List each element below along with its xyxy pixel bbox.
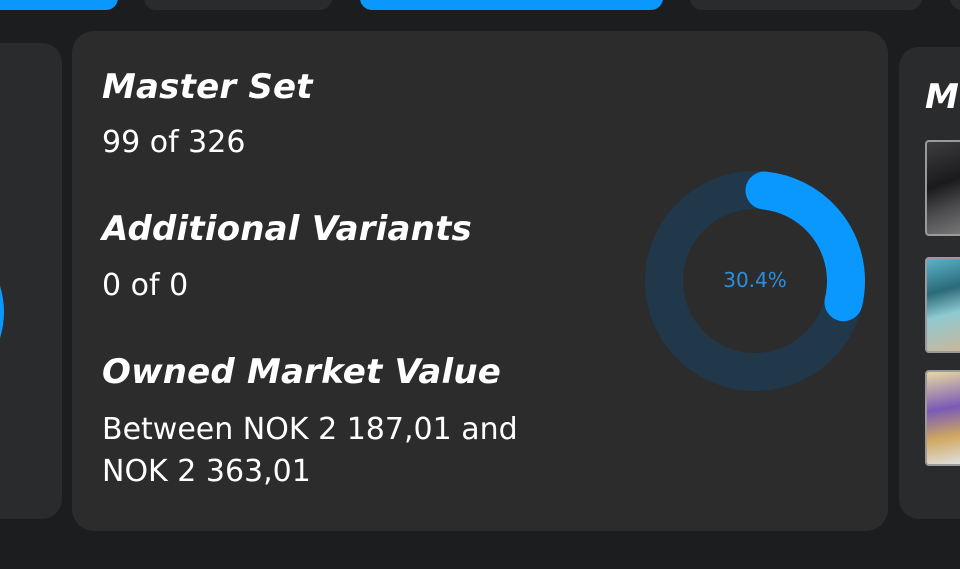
master-set-count: 99 of 326: [102, 125, 246, 160]
card-thumbnail-3[interactable]: [925, 370, 960, 466]
additional-variants-count: 0 of 0: [102, 268, 189, 303]
tab-pill[interactable]: [950, 0, 960, 10]
card-thumbnail-1[interactable]: [925, 140, 960, 236]
previous-stats-card[interactable]: [0, 43, 62, 519]
completion-percentage: 30.4%: [723, 268, 787, 292]
card-thumbnail-2[interactable]: [925, 257, 960, 353]
next-card-title: M: [925, 77, 959, 117]
progress-ring-partial: [0, 225, 4, 399]
master-set-stats-card: Master Set 99 of 326 Additional Variants…: [72, 31, 888, 531]
tab-pill-active-left[interactable]: [0, 0, 118, 10]
tab-pill-active[interactable]: [360, 0, 663, 10]
owned-market-value-range: Between NOK 2 187,01 and NOK 2 363,01: [102, 412, 518, 489]
additional-variants-title: Additional Variants: [102, 209, 472, 249]
master-set-title: Master Set: [102, 67, 313, 107]
tab-pill[interactable]: [690, 0, 922, 10]
owned-market-value-title: Owned Market Value: [102, 352, 501, 392]
next-card-panel[interactable]: M: [899, 47, 960, 519]
tab-pill[interactable]: [144, 0, 332, 10]
